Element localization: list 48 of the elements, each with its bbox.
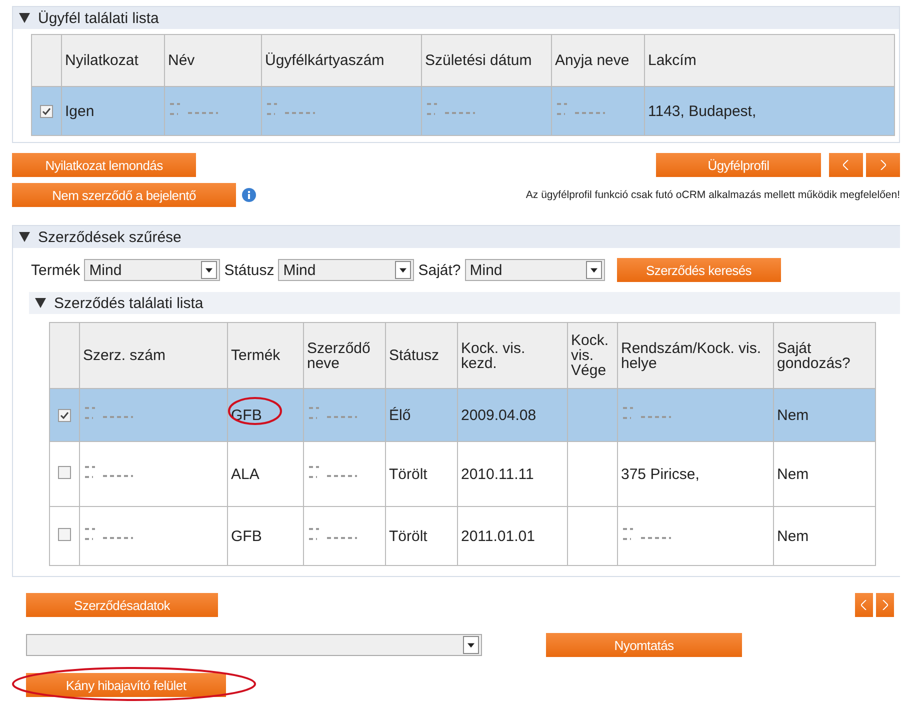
next-button[interactable] xyxy=(876,593,894,617)
section-title: Ügyfél találati lista xyxy=(38,10,159,26)
collapse-triangle-icon[interactable] xyxy=(35,298,46,308)
waiver-button[interactable]: Nyilatkozat lemondás xyxy=(12,153,196,177)
filter-label: Termék xyxy=(31,262,80,278)
non-contractor-button[interactable]: Nem szerződő a bejelentő xyxy=(12,183,236,207)
table-cell: Törölt xyxy=(386,506,458,566)
row-checkbox[interactable] xyxy=(58,408,71,422)
column-header: Szerződő neve xyxy=(304,322,386,388)
table-cell: Igen xyxy=(62,86,164,136)
table-cell: GFB xyxy=(228,506,304,566)
section-title: Szerződés találati lista xyxy=(54,294,204,312)
dropdown-field[interactable] xyxy=(26,634,482,656)
table-cell: Nem xyxy=(774,506,876,566)
column-header: Kock. vis. kezd. xyxy=(458,322,568,388)
column-header: Termék xyxy=(228,322,304,388)
filter-select[interactable]: Mind xyxy=(84,259,220,281)
repair-interface-button[interactable]: Kány hibajavító felület xyxy=(26,673,226,697)
filter-select[interactable]: Mind xyxy=(464,259,605,281)
row-checkbox[interactable] xyxy=(40,104,53,118)
filter-select[interactable]: Mind xyxy=(278,259,414,281)
filter-label: Státusz xyxy=(224,262,274,278)
column-header: Státusz xyxy=(386,322,458,388)
info-icon[interactable] xyxy=(242,188,256,202)
table-cell: 2011.01.01 xyxy=(458,506,568,566)
print-button[interactable]: Nyomtatás xyxy=(546,633,742,657)
collapse-triangle-icon[interactable] xyxy=(19,13,30,23)
filter-label: Saját? xyxy=(418,262,461,278)
section-title: Szerződések szűrése xyxy=(38,228,182,246)
profile-note: Az ügyfélprofil funkció csak futó oCRM alkalmazás mellett működik megfelelően! xyxy=(526,189,900,201)
column-header: Szerz. szám xyxy=(80,322,228,388)
table-cell: 1143, Budapest, xyxy=(644,86,894,136)
contract-details-button[interactable]: Szerződésadatok xyxy=(26,593,218,617)
column-header: Kock. vis. Vége xyxy=(568,322,618,388)
search-button[interactable]: Szerződés keresés xyxy=(616,258,781,282)
column-header: Saját gondozás? xyxy=(774,322,876,388)
column-header: Név xyxy=(164,34,262,86)
profile-button[interactable]: Ügyfélprofil xyxy=(656,153,821,177)
column-header: Születési dátum xyxy=(422,34,552,86)
column-header: Anyja neve xyxy=(552,34,644,86)
previous-button[interactable] xyxy=(855,593,873,617)
column-header: Ügyfélkártyaszám xyxy=(262,34,422,86)
column-header: Rendszám/Kock. vis. helye xyxy=(618,322,774,388)
row-checkbox[interactable] xyxy=(58,466,71,478)
row-checkbox[interactable] xyxy=(58,528,71,540)
collapse-triangle-icon[interactable] xyxy=(19,232,30,242)
column-header: Nyilatkozat xyxy=(62,34,164,86)
column-header: Lakcím xyxy=(644,34,894,86)
